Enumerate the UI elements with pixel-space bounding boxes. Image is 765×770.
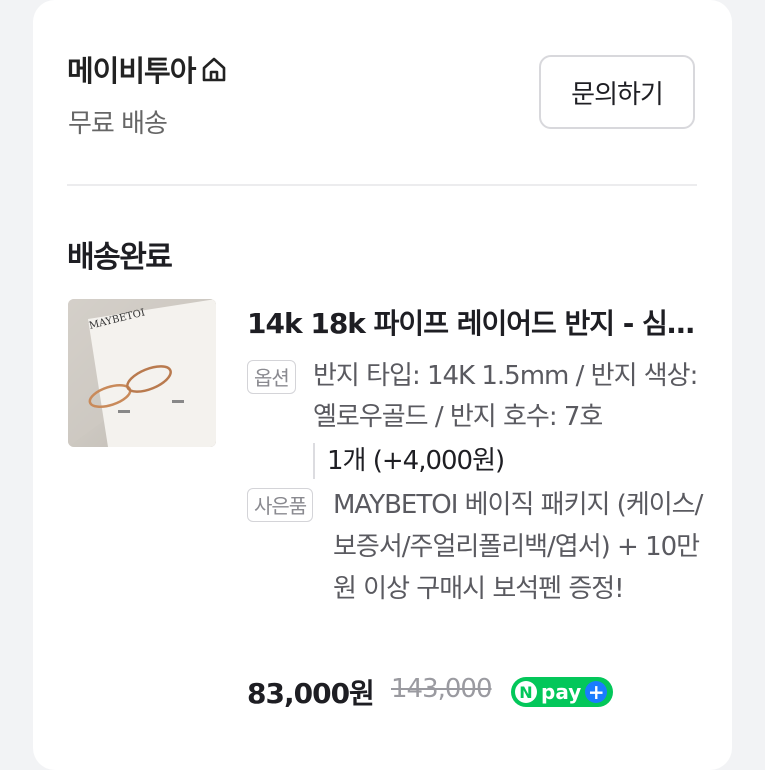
delivery-status: 배송완료	[67, 240, 173, 275]
gift-tag: 사은품	[247, 488, 314, 522]
store-name[interactable]: 메이비투아	[67, 48, 196, 90]
option-text: 반지 타입: 14K 1.5mm / 반지 색상: 옐로우골드 / 반지 호수:…	[313, 361, 698, 432]
npay-n-icon: N	[515, 681, 537, 703]
product-thumbnail[interactable]: MAYBETOI	[68, 299, 216, 447]
gift-text: MAYBETOI 베이직 패키지 (케이스/보증서/주얼리폴리백/엽서) + 1…	[333, 490, 703, 604]
product-name[interactable]: 14k 18k 파이프 레이어드 반지 - 심플 얇은 커플링	[247, 302, 697, 342]
option-tag: 옵션	[247, 360, 296, 394]
npay-plus-icon: +	[585, 680, 608, 704]
divider	[67, 184, 697, 186]
shipping-fee: 무료 배송	[68, 109, 168, 139]
quantity-text: 1개 (+4,000원)	[313, 443, 505, 479]
home-icon[interactable]	[199, 54, 229, 84]
inquiry-button[interactable]: 문의하기	[539, 55, 695, 129]
order-card: 메이비투아 무료 배송 문의하기 배송완료 MAYBETOI 14k 18k 파…	[33, 0, 732, 770]
npay-label: pay	[541, 680, 582, 704]
sale-price: 83,000원	[247, 677, 375, 710]
npay-badge: N pay +	[511, 677, 613, 707]
original-price: 143,000	[391, 674, 493, 704]
store-header[interactable]: 메이비투아	[67, 48, 229, 90]
